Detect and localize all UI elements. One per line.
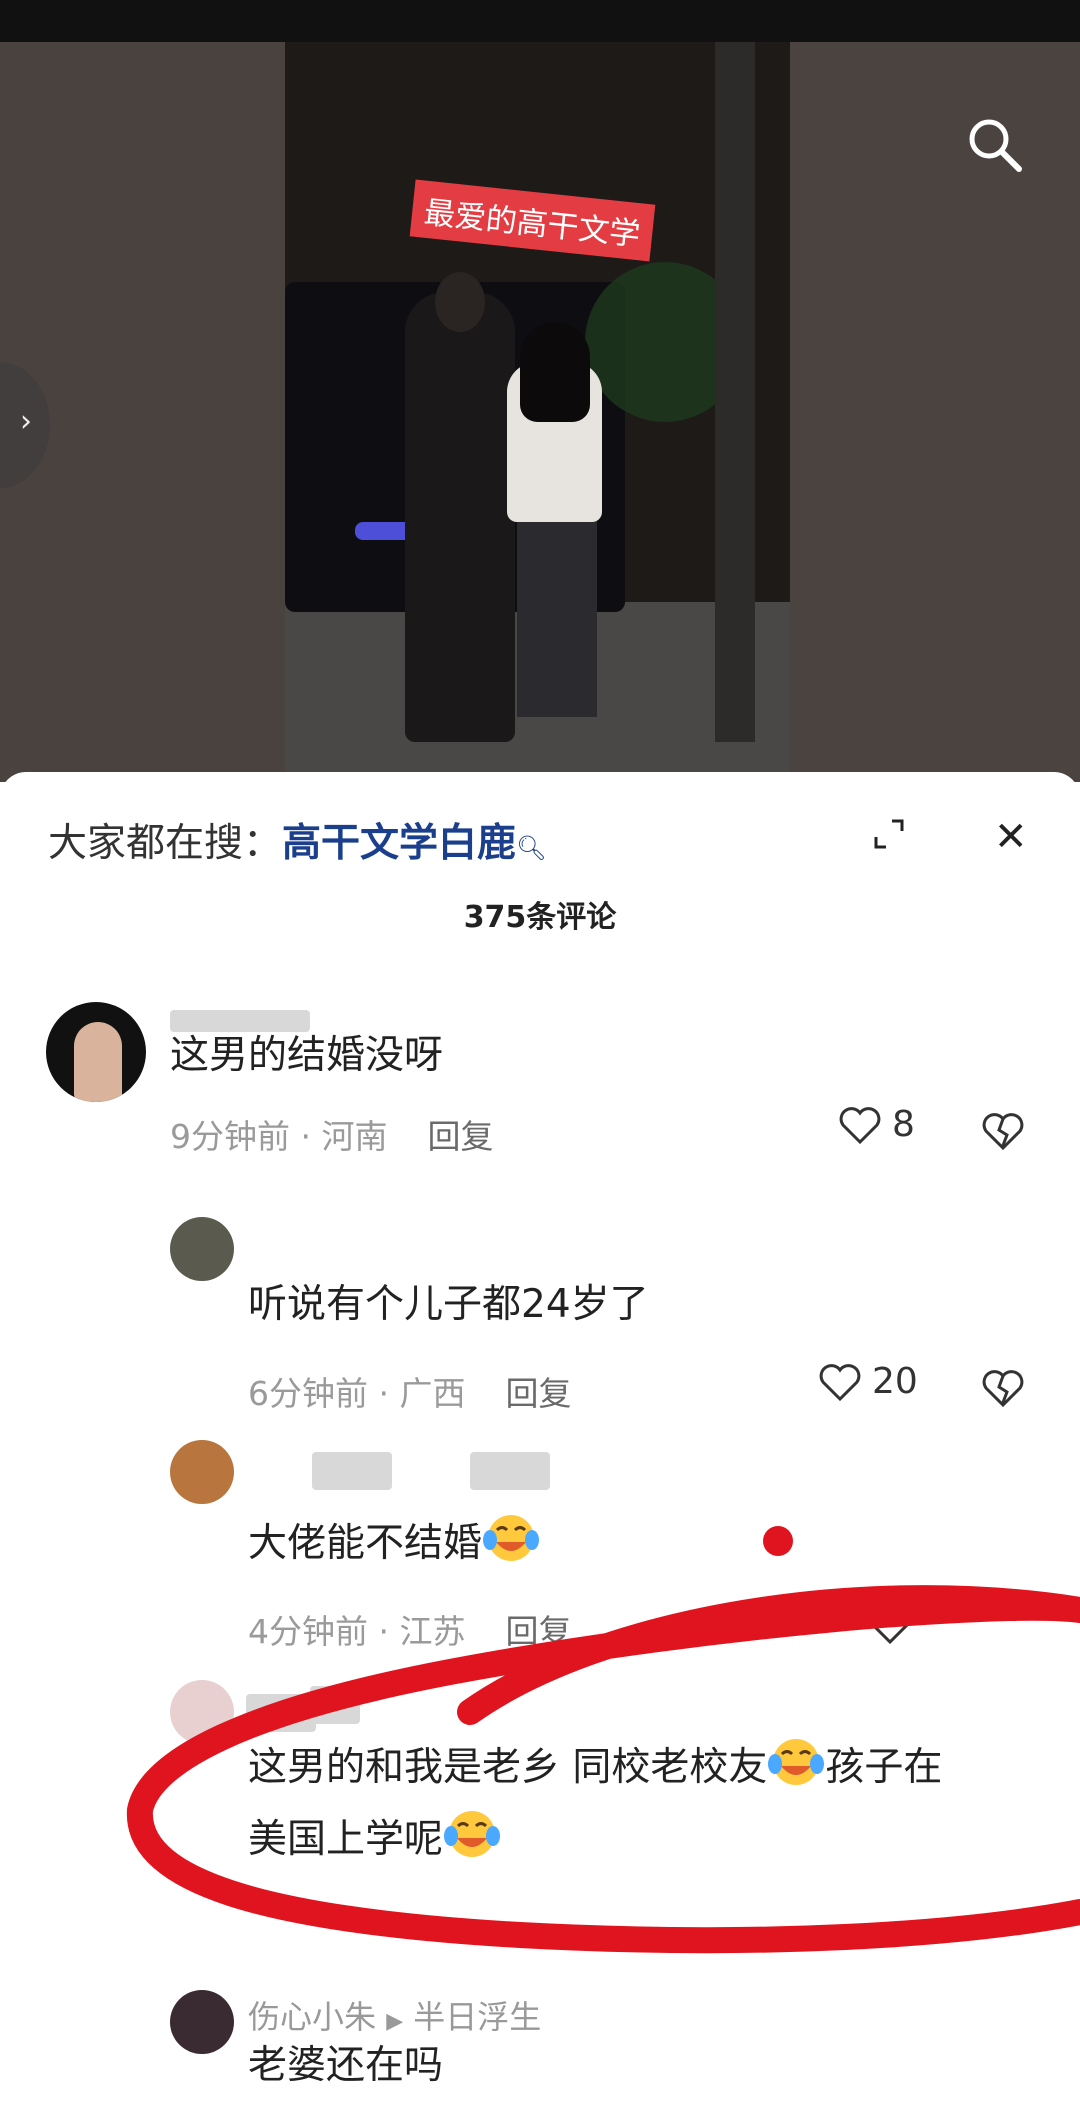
crying-laughing-emoji-icon	[483, 1515, 540, 1561]
comment-text: 听说有个儿子都24岁了	[248, 1282, 649, 1327]
man-head	[435, 272, 485, 332]
comment-sheet: 大家都在搜：高干文学白鹿🔍︎ ✕ 375条评论 这男的结婚没呀 9分钟前 · 河…	[0, 772, 1080, 2121]
comment-meta: 4分钟前 · 江苏 回复	[248, 1605, 571, 1653]
comment-time: 6分钟前 · 广西	[248, 1374, 466, 1413]
heart-icon[interactable]	[868, 1605, 912, 1645]
trending-search[interactable]: 大家都在搜：高干文学白鹿🔍︎	[48, 812, 547, 868]
reply-button[interactable]: 回复	[505, 1374, 571, 1413]
reply-button[interactable]: 回复	[505, 1612, 571, 1651]
comment-text: 这男的和我是老乡 同校老校友 孩子在	[248, 1732, 942, 1804]
like-button[interactable]: 8	[838, 1104, 915, 1145]
comment-time: 9分钟前 · 河南	[170, 1117, 388, 1156]
video-frame	[285, 42, 790, 782]
heart-icon	[839, 1106, 881, 1144]
expand-icon[interactable]	[872, 817, 906, 851]
username-redacted	[312, 1452, 392, 1490]
comment-count: 375条评论	[463, 900, 617, 935]
trending-label: 大家都在搜：	[48, 821, 283, 866]
video-blur-right	[790, 42, 1080, 782]
avatar[interactable]	[170, 1680, 234, 1744]
woman-hair	[520, 322, 590, 422]
search-small-icon: 🔍︎	[516, 834, 547, 862]
comment-meta: 9分钟前 · 河南 回复	[170, 1110, 493, 1158]
comment-text-part: 孩子在	[825, 1745, 943, 1790]
comment-meta: 6分钟前 · 广西 回复	[248, 1367, 571, 1415]
username-redacted	[246, 1694, 316, 1732]
like-count: 20	[872, 1361, 918, 1402]
heart-icon	[819, 1363, 861, 1401]
dislike-icon[interactable]	[980, 1367, 1026, 1409]
like-count: 8	[892, 1104, 915, 1145]
avatar[interactable]	[170, 1440, 234, 1504]
trending-keyword[interactable]: 高干文学白鹿	[282, 821, 516, 866]
comment-text: 这男的结婚没呀	[170, 1033, 444, 1078]
avatar[interactable]	[46, 1002, 146, 1102]
pole	[715, 42, 755, 742]
video-player[interactable]: 最爱的高干文学 ›	[0, 42, 1080, 782]
comment-text-body: 大佬能不结婚	[248, 1521, 483, 1566]
username-redacted	[470, 1452, 550, 1490]
comment-text-part: 这男的和我是老乡 同校老校友	[248, 1745, 768, 1790]
avatar[interactable]	[170, 1990, 234, 2054]
comment-text: 老婆还在吗	[248, 2043, 444, 2088]
crying-laughing-emoji-icon	[444, 1811, 501, 1857]
search-icon[interactable]	[964, 114, 1024, 174]
man-figure	[405, 292, 515, 742]
crying-laughing-emoji-icon	[768, 1739, 825, 1785]
close-icon[interactable]: ✕	[994, 814, 1028, 860]
comment-text: 大佬能不结婚	[248, 1508, 540, 1580]
like-button[interactable]: 20	[818, 1361, 918, 1402]
woman-legs	[517, 517, 597, 717]
chevron-right-icon: ›	[20, 404, 32, 439]
comment-time: 4分钟前 · 江苏	[248, 1612, 466, 1651]
username-redacted	[310, 1686, 360, 1724]
reply-button[interactable]: 回复	[427, 1117, 493, 1156]
dislike-icon[interactable]	[980, 1110, 1026, 1152]
comment-text-part: 美国上学呢	[248, 1817, 444, 1862]
comment-text: 美国上学呢	[248, 1804, 501, 1876]
avatar[interactable]	[170, 1217, 234, 1281]
status-bar	[0, 0, 1080, 42]
